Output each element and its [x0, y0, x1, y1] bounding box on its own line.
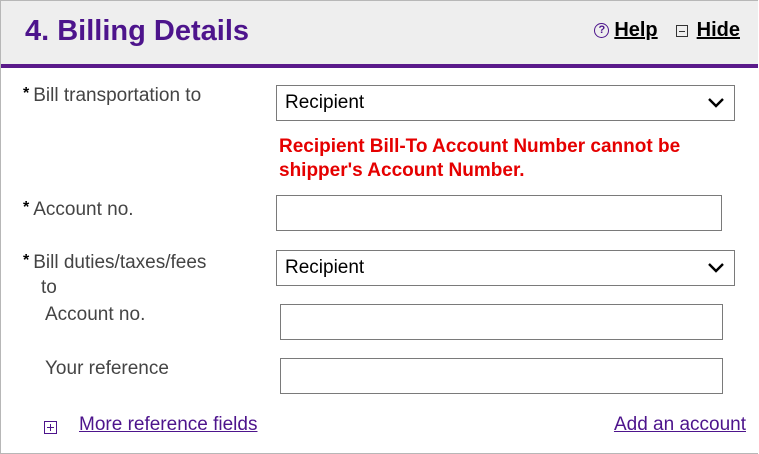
bill-transportation-value: Recipient [285, 92, 365, 113]
bill-duties-value: Recipient [285, 257, 365, 278]
section-header: 4. Billing Details ? Help Hide [1, 1, 758, 67]
chevron-down-icon [708, 98, 724, 108]
account-no-input[interactable] [276, 195, 722, 231]
duties-account-no-label: Account no. [45, 304, 146, 325]
hide-link[interactable]: Hide [697, 19, 740, 42]
more-reference-fields-link[interactable]: More reference fields [79, 414, 257, 436]
collapse-icon[interactable] [675, 24, 688, 37]
your-reference-label: Your reference [45, 358, 169, 379]
error-message: Recipient Bill-To Account Number cannot … [279, 136, 681, 181]
duties-account-no-input[interactable] [280, 304, 723, 340]
required-marker: * [23, 85, 30, 102]
billing-details-panel: 4. Billing Details ? Help Hide * Bill tra… [0, 0, 758, 454]
bill-transportation-label-text: Bill transportation to [33, 85, 202, 106]
help-icon[interactable]: ? [594, 23, 610, 38]
required-marker: * [23, 199, 30, 216]
account-no-label-text: Account no. [33, 199, 134, 220]
chevron-down-icon [708, 263, 724, 273]
your-reference-input[interactable] [280, 358, 723, 394]
bill-duties-select[interactable]: Recipient [276, 250, 735, 286]
section-title: 4. Billing Details [25, 15, 249, 47]
help-link[interactable]: Help [614, 19, 657, 42]
required-marker: * [23, 252, 30, 269]
bill-duties-label: * Bill duties/taxes/fees [23, 252, 206, 275]
bill-transportation-label: * Bill transportation to [23, 85, 201, 108]
header-divider [1, 64, 758, 68]
header-actions: ? Help Hide [594, 19, 740, 42]
bill-transportation-select[interactable]: Recipient [276, 85, 735, 121]
bill-duties-label-line2: to [41, 277, 57, 298]
expand-icon[interactable] [44, 421, 57, 434]
bill-duties-label-text: Bill duties/taxes/fees [33, 252, 207, 273]
account-no-label: * Account no. [23, 199, 134, 222]
add-account-link[interactable]: Add an account [614, 414, 746, 436]
